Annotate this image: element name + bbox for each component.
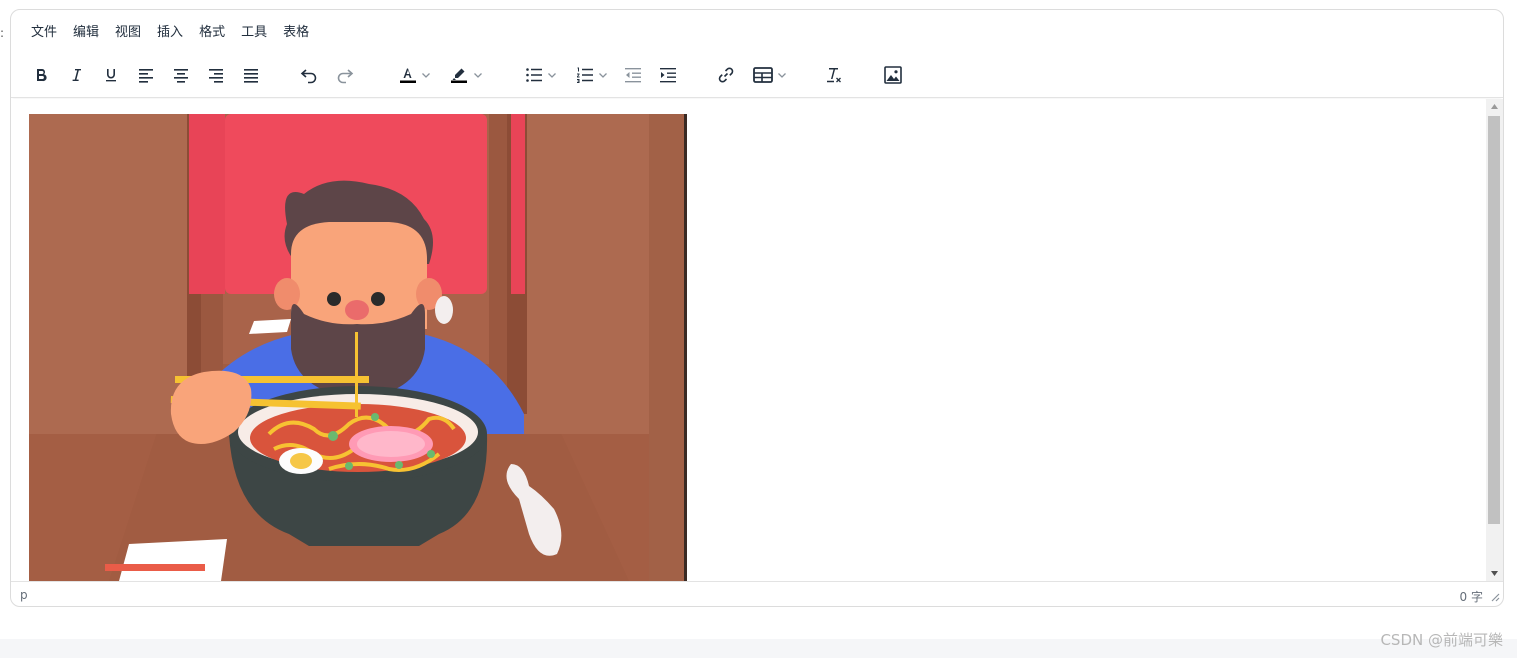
- watermark: CSDN @前端可樂: [1380, 631, 1503, 649]
- numbered-list-button[interactable]: [570, 61, 614, 89]
- resize-handle-icon[interactable]: [1490, 592, 1500, 602]
- menu-format[interactable]: 格式: [191, 21, 233, 45]
- highlight-icon: [451, 68, 467, 83]
- menu-edit[interactable]: 编辑: [65, 21, 107, 45]
- editor-content[interactable]: [12, 99, 1485, 581]
- chevron-down-icon: [422, 73, 430, 78]
- table-button[interactable]: [748, 61, 792, 89]
- underline-icon: [106, 69, 116, 82]
- table-icon: [753, 67, 773, 83]
- word-count[interactable]: 0 字: [1460, 588, 1483, 605]
- menubar: 文件 编辑 视图 插入 格式 工具 表格: [11, 10, 1503, 56]
- align-center-icon: [174, 69, 188, 83]
- align-center-button[interactable]: [169, 61, 193, 89]
- align-justify-button[interactable]: [239, 61, 263, 89]
- link-icon: [718, 67, 734, 83]
- cartoon-image[interactable]: [29, 114, 687, 581]
- align-right-button[interactable]: [204, 61, 228, 89]
- align-left-button[interactable]: [134, 61, 158, 89]
- menu-file[interactable]: 文件: [23, 21, 65, 45]
- highlight-color-button[interactable]: [444, 61, 488, 89]
- underline-button[interactable]: [99, 61, 123, 89]
- scrollbar-thumb[interactable]: [1488, 116, 1500, 524]
- chevron-down-icon: [599, 73, 607, 78]
- insert-image-button[interactable]: [881, 61, 905, 89]
- italic-icon: [72, 69, 81, 81]
- bullet-list-icon: [526, 68, 542, 82]
- scroll-up-arrow-icon[interactable]: [1490, 103, 1499, 111]
- menu-insert[interactable]: 插入: [149, 21, 191, 45]
- undo-button[interactable]: [297, 61, 321, 89]
- clear-format-icon: [827, 68, 841, 83]
- vertical-scrollbar[interactable]: [1486, 99, 1503, 581]
- scroll-down-arrow-icon[interactable]: [1490, 569, 1499, 577]
- indent-button[interactable]: [656, 61, 680, 89]
- align-justify-icon: [244, 69, 258, 83]
- clear-formatting-button[interactable]: [822, 61, 846, 89]
- redo-icon: [337, 69, 354, 84]
- statusbar: p 0 字: [11, 581, 1503, 606]
- indent-icon: [660, 68, 676, 83]
- text-color-button[interactable]: [392, 61, 436, 89]
- outdent-icon: [625, 68, 641, 83]
- menu-view[interactable]: 视图: [107, 21, 149, 45]
- outdent-button[interactable]: [621, 61, 645, 89]
- undo-icon: [300, 69, 317, 84]
- element-path[interactable]: p: [20, 588, 28, 602]
- bullet-list-button[interactable]: [519, 61, 563, 89]
- italic-button[interactable]: [64, 61, 88, 89]
- page-bottom-band: [0, 639, 1517, 658]
- bold-icon: [37, 69, 47, 82]
- align-left-icon: [139, 69, 153, 83]
- page: : 文件 编辑 视图 插入 格式 工具 表格 p 0 字 CSDN @前端可樂: [0, 0, 1517, 658]
- chevron-down-icon: [474, 73, 482, 78]
- menu-tools[interactable]: 工具: [233, 21, 275, 45]
- link-button[interactable]: [714, 61, 738, 89]
- left-edge-mark: :: [0, 26, 5, 40]
- redo-button[interactable]: [333, 61, 357, 89]
- menu-table[interactable]: 表格: [275, 21, 317, 45]
- numbered-list-icon: [577, 67, 593, 83]
- toolbar: [11, 56, 1503, 98]
- text-color-icon: [400, 68, 416, 83]
- bold-button[interactable]: [29, 61, 53, 89]
- image-icon: [884, 66, 902, 84]
- rich-text-editor: 文件 编辑 视图 插入 格式 工具 表格 p 0 字: [10, 9, 1504, 607]
- chevron-down-icon: [548, 73, 556, 78]
- chevron-down-icon: [778, 73, 786, 78]
- align-right-icon: [209, 69, 223, 83]
